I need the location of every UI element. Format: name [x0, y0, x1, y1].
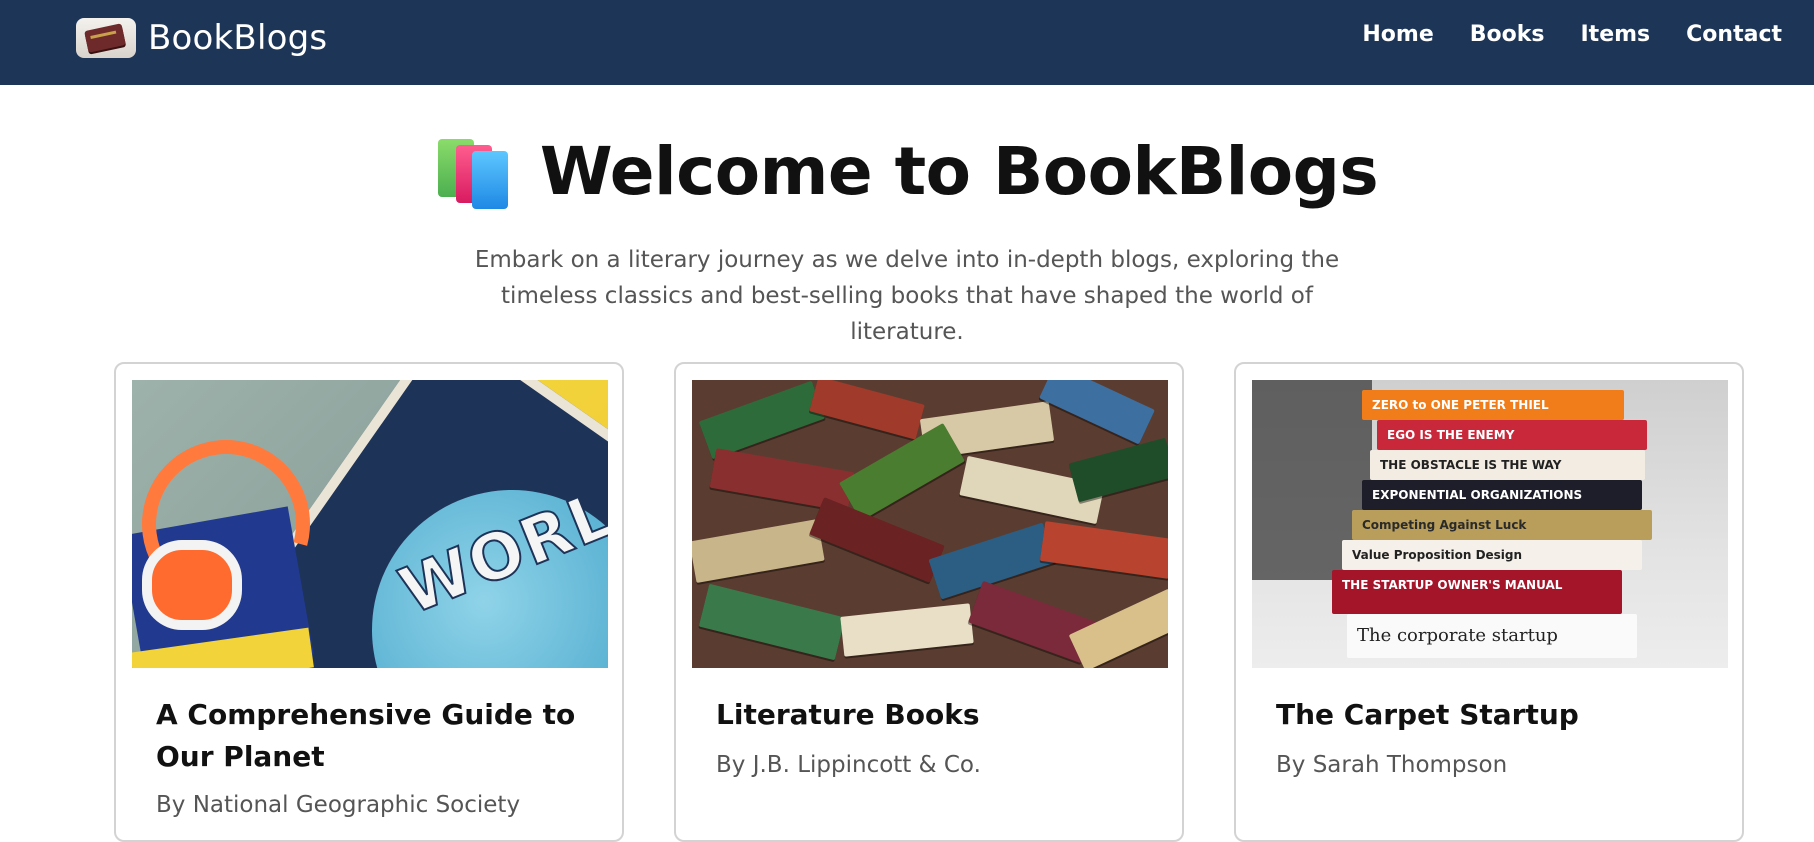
- book-spine: EXPONENTIAL ORGANIZATIONS: [1362, 480, 1642, 510]
- card-author: By J.B. Lippincott & Co.: [716, 752, 981, 778]
- card-title[interactable]: A Comprehensive Guide to Our Planet: [156, 694, 596, 778]
- card-title[interactable]: Literature Books: [716, 694, 1156, 736]
- card-image-book-pile[interactable]: [692, 380, 1168, 668]
- brand[interactable]: BookBlogs: [76, 17, 327, 59]
- card-title[interactable]: The Carpet Startup: [1276, 694, 1716, 736]
- blog-card-literature[interactable]: Literature Books By J.B. Lippincott & Co…: [674, 362, 1184, 842]
- book-logo-icon: [76, 18, 136, 58]
- nav-link-books[interactable]: Books: [1470, 22, 1545, 47]
- card-author: By National Geographic Society: [156, 792, 521, 818]
- nav-link-home[interactable]: Home: [1362, 22, 1433, 47]
- book-spine: Value Proposition Design: [1342, 540, 1642, 570]
- nav-link-contact[interactable]: Contact: [1686, 22, 1782, 47]
- nav-link-items[interactable]: Items: [1581, 22, 1651, 47]
- book-spine: ZERO to ONE PETER THIEL: [1362, 390, 1624, 420]
- book-spine: THE OBSTACLE IS THE WAY: [1370, 450, 1645, 480]
- page-title: Welcome to BookBlogs: [0, 133, 1814, 210]
- blog-card-startup[interactable]: ZERO to ONE PETER THIEL EGO IS THE ENEMY…: [1234, 362, 1744, 842]
- top-navbar: BookBlogs Home Books Items Contact: [0, 0, 1814, 85]
- card-image-world-atlas[interactable]: WORLD: [132, 380, 608, 668]
- books-emoji-icon: [436, 137, 512, 209]
- blog-card-planet[interactable]: WORLD A Comprehensive Guide to Our Plane…: [114, 362, 624, 842]
- page-title-text: Welcome to BookBlogs: [539, 133, 1379, 210]
- page-subtitle: Embark on a literary journey as we delve…: [474, 247, 1340, 345]
- brand-name: BookBlogs: [148, 18, 328, 58]
- card-author: By Sarah Thompson: [1276, 752, 1508, 778]
- card-image-book-stack[interactable]: ZERO to ONE PETER THIEL EGO IS THE ENEMY…: [1252, 380, 1728, 668]
- book-spine: Competing Against Luck: [1352, 510, 1652, 540]
- book-spine: EGO IS THE ENEMY: [1377, 420, 1647, 450]
- book-spine: The corporate startup: [1347, 614, 1637, 658]
- book-spine: THE STARTUP OWNER'S MANUAL: [1332, 570, 1622, 614]
- nav-links: Home Books Items Contact: [1362, 22, 1782, 47]
